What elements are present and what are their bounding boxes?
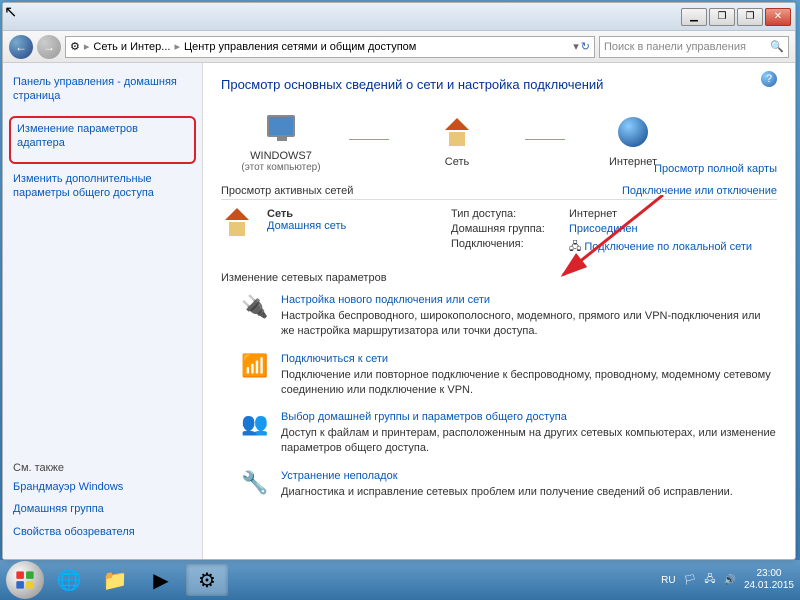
search-icon: 🔍: [770, 40, 784, 53]
troubleshoot-link[interactable]: Устранение неполадок: [281, 470, 733, 482]
taskbar-control-panel[interactable]: ⚙: [186, 564, 228, 596]
tray-network-icon[interactable]: 🖧: [704, 572, 715, 589]
body: Панель управления - домашняя страница Из…: [3, 63, 795, 559]
search-placeholder: Поиск в панели управления: [604, 41, 746, 53]
dropdown-icon[interactable]: ▾: [573, 40, 579, 53]
full-map-link[interactable]: Просмотр полной карты: [654, 163, 777, 175]
tray-volume-icon[interactable]: 🔊: [723, 575, 735, 586]
see-also-label: См. также: [13, 462, 192, 474]
taskbar: 🌐 📁 ▶ ⚙ RU 🏳 🖧 🔊 23:00 24.01.2015: [0, 560, 800, 600]
tray-time: 23:00: [744, 568, 794, 580]
homegroup-settings-desc: Доступ к файлам и принтерам, расположенн…: [281, 426, 777, 456]
new-connection-link[interactable]: Настройка нового подключения или сети: [281, 294, 777, 306]
start-button[interactable]: [6, 561, 44, 599]
change-settings-section: Изменение сетевых параметров 🔌 Настройка…: [221, 272, 777, 500]
connections-label: Подключения:: [451, 238, 561, 257]
tray-lang[interactable]: RU: [661, 575, 675, 586]
breadcrumb-item[interactable]: Центр управления сетями и общим доступом: [184, 41, 416, 53]
lan-icon: 🖧: [569, 241, 584, 253]
active-network-left: Сеть Домашняя сеть: [221, 208, 421, 260]
refresh-icon[interactable]: ↻: [581, 40, 590, 53]
main-content: ? Просмотр основных сведений о сети и на…: [203, 63, 795, 559]
network-type-link[interactable]: Домашняя сеть: [267, 220, 346, 232]
connection-link[interactable]: Подключение по локальной сети: [584, 241, 752, 253]
navbar: ← → ⚙ ▸ Сеть и Интер... ▸ Центр управлен…: [3, 31, 795, 63]
connect-disconnect-link[interactable]: Подключение или отключение: [622, 185, 777, 197]
sidebar-link-internet-options[interactable]: Свойства обозревателя: [13, 525, 192, 539]
globe-icon: [613, 112, 653, 152]
active-networks-title: Просмотр активных сетей: [221, 185, 353, 197]
active-networks-header: Просмотр активных сетей Подключение или …: [221, 185, 777, 200]
diagram-line: [525, 139, 565, 140]
system-tray: RU 🏳 🖧 🔊 23:00 24.01.2015: [661, 568, 794, 592]
active-network-row: Сеть Домашняя сеть Тип доступа: Интернет …: [221, 208, 777, 260]
diagram-network: Сеть: [397, 112, 517, 168]
tray-date: 24.01.2015: [744, 580, 794, 592]
setting-item: 👥 Выбор домашней группы и параметров общ…: [221, 411, 777, 456]
forward-button[interactable]: →: [37, 35, 61, 59]
close-button[interactable]: ✕: [765, 8, 791, 26]
troubleshoot-icon: 🔧: [241, 470, 269, 498]
taskbar-explorer[interactable]: 📁: [94, 564, 136, 596]
access-type-value: Интернет: [569, 208, 617, 220]
new-connection-icon: 🔌: [241, 294, 269, 322]
house-icon: [221, 208, 257, 244]
back-button[interactable]: ←: [9, 35, 33, 59]
help-icon[interactable]: ?: [761, 71, 777, 87]
sidebar-adapter-link[interactable]: Изменение параметров адаптера: [17, 122, 188, 151]
sidebar-sharing-link[interactable]: Изменить дополнительные параметры общего…: [13, 172, 192, 201]
maximize-button[interactable]: ❐: [709, 8, 735, 26]
minimize-button[interactable]: ▁: [681, 8, 707, 26]
house-icon: [437, 112, 477, 152]
homegroup-icon: 👥: [241, 411, 269, 439]
computer-icon: [261, 106, 301, 146]
sidebar-link-homegroup[interactable]: Домашняя группа: [13, 502, 192, 516]
setting-item: 🔧 Устранение неполадок Диагностика и исп…: [221, 470, 777, 500]
breadcrumb-sep: ▸: [174, 40, 180, 53]
highlighted-annotation: Изменение параметров адаптера: [9, 116, 196, 165]
taskbar-ie[interactable]: 🌐: [48, 564, 90, 596]
connect-icon: 📶: [241, 353, 269, 381]
computer-sublabel: (этот компьютер): [221, 162, 341, 173]
homegroup-label: Домашняя группа:: [451, 223, 561, 235]
sidebar-bottom: См. также Брандмауэр Windows Домашняя гр…: [13, 462, 192, 547]
connect-network-desc: Подключение или повторное подключение к …: [281, 368, 777, 398]
sidebar-link-firewall[interactable]: Брандмауэр Windows: [13, 480, 192, 494]
computer-label: WINDOWS7: [221, 150, 341, 162]
diagram-internet: Интернет: [573, 112, 693, 168]
titlebar: ▁ ❐ ❐ ✕: [3, 3, 795, 31]
change-settings-title: Изменение сетевых параметров: [221, 272, 777, 284]
active-network-right: Тип доступа: Интернет Домашняя группа: При…: [451, 208, 777, 260]
page-title: Просмотр основных сведений о сети и наст…: [221, 77, 777, 92]
diagram-computer: WINDOWS7 (этот компьютер): [221, 106, 341, 173]
access-type-label: Тип доступа:: [451, 208, 561, 220]
new-connection-desc: Настройка беспроводного, широкополосного…: [281, 309, 777, 339]
search-input[interactable]: Поиск в панели управления 🔍: [599, 36, 789, 58]
sidebar: Панель управления - домашняя страница Из…: [3, 63, 203, 559]
sidebar-home-link[interactable]: Панель управления - домашняя страница: [13, 75, 192, 104]
taskbar-media[interactable]: ▶: [140, 564, 182, 596]
homegroup-settings-link[interactable]: Выбор домашней группы и параметров общег…: [281, 411, 777, 423]
control-panel-icon: ⚙: [70, 40, 80, 53]
homegroup-value-link[interactable]: Присоединен: [569, 223, 638, 235]
address-bar[interactable]: ⚙ ▸ Сеть и Интер... ▸ Центр управления с…: [65, 36, 595, 58]
network-name: Сеть: [267, 208, 346, 220]
window: ▁ ❐ ❐ ✕ ← → ⚙ ▸ Сеть и Интер... ▸ Центр …: [2, 2, 796, 560]
troubleshoot-desc: Диагностика и исправление сетевых пробле…: [281, 485, 733, 500]
breadcrumb-item[interactable]: Сеть и Интер...: [93, 41, 170, 53]
tray-clock[interactable]: 23:00 24.01.2015: [744, 568, 794, 592]
diagram-line: [349, 139, 389, 140]
setting-item: 📶 Подключиться к сети Подключение или по…: [221, 353, 777, 398]
tray-flag-icon[interactable]: 🏳: [684, 575, 697, 586]
connect-network-link[interactable]: Подключиться к сети: [281, 353, 777, 365]
network-label: Сеть: [397, 156, 517, 168]
restore-button[interactable]: ❐: [737, 8, 763, 26]
breadcrumb-sep: ▸: [84, 40, 90, 53]
setting-item: 🔌 Настройка нового подключения или сети …: [221, 294, 777, 339]
